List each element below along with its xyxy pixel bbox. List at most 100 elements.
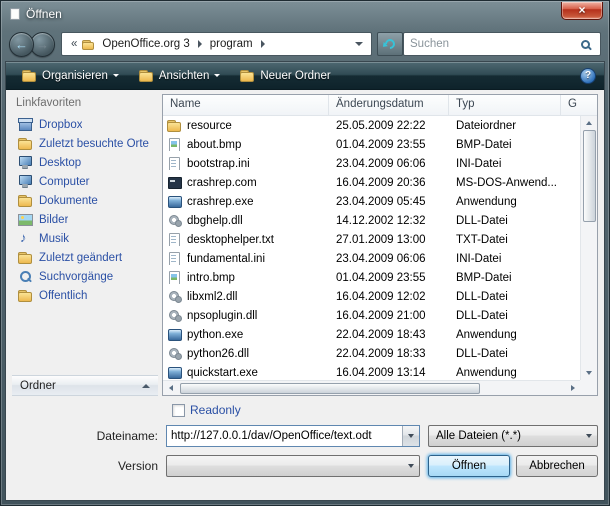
search-input[interactable]: [404, 33, 581, 55]
file-type: INI-Datei: [449, 158, 561, 170]
file-row[interactable]: crashrep.com16.04.2009 20:36MS-DOS-Anwen…: [163, 173, 580, 192]
dialog-body: Linkfavoriten DropboxZuletzt besuchte Or…: [6, 90, 604, 396]
dropbox-icon: [18, 118, 33, 131]
version-select[interactable]: [166, 455, 420, 477]
cancel-button[interactable]: Abbrechen: [516, 455, 598, 477]
sidebar-item-public[interactable]: Öffentlich: [12, 286, 158, 305]
new-folder-icon: [240, 69, 255, 82]
file-row[interactable]: python26.dll22.04.2009 18:33DLL-Datei: [163, 344, 580, 363]
filename-combobox[interactable]: [166, 425, 420, 447]
refresh-icon: [383, 37, 397, 51]
file-type: INI-Datei: [449, 253, 561, 265]
file-row[interactable]: bootstrap.ini23.04.2009 06:06INI-Datei: [163, 154, 580, 173]
file-row[interactable]: intro.bmp01.04.2009 23:55BMP-Datei: [163, 268, 580, 287]
file-name: resource: [187, 120, 232, 132]
version-row: Version Öffnen Abbrechen: [12, 455, 598, 477]
file-row[interactable]: desktophelper.txt27.01.2009 13:00TXT-Dat…: [163, 230, 580, 249]
folders-band[interactable]: Ordner: [12, 375, 158, 396]
column-headers: NameÄnderungsdatumTypG: [163, 95, 597, 116]
column-header-size[interactable]: G: [561, 95, 597, 115]
column-header-type[interactable]: Typ: [449, 95, 561, 115]
sidebar-item-documents[interactable]: Dokumente: [12, 191, 158, 210]
toolbar-buttons: Organisieren AnsichtenNeuer Ordner: [14, 66, 339, 85]
dialog-content: Organisieren AnsichtenNeuer Ordner ? Link…: [5, 61, 605, 501]
sidebar-item-label: Bilder: [39, 214, 68, 226]
readonly-checkbox[interactable]: [172, 404, 185, 417]
refresh-button[interactable]: [377, 32, 403, 56]
column-header-date[interactable]: Änderungsdatum: [329, 95, 449, 115]
sidebar-item-label: Desktop: [39, 157, 81, 169]
back-button[interactable]: ←: [9, 32, 34, 57]
file-row[interactable]: dbghelp.dll14.12.2002 12:32DLL-Datei: [163, 211, 580, 230]
sidebar-item-recent-places[interactable]: Zuletzt besuchte Orte: [12, 134, 158, 153]
file-row[interactable]: about.bmp01.04.2009 23:55BMP-Datei: [163, 135, 580, 154]
file-modified-date: 16.04.2009 13:14: [329, 367, 449, 379]
search-box[interactable]: [403, 32, 601, 56]
sidebar-item-label: Zuletzt geändert: [39, 252, 122, 264]
file-row[interactable]: python.exe22.04.2009 18:43Anwendung: [163, 325, 580, 344]
sidebar-item-desktop[interactable]: Desktop: [12, 153, 158, 172]
filename-input[interactable]: [167, 426, 402, 446]
chevron-down-icon: [214, 74, 220, 77]
sidebar-item-music[interactable]: Musik: [12, 229, 158, 248]
horizontal-scrollbar-thumb[interactable]: [180, 383, 480, 394]
file-row[interactable]: libxml2.dll16.04.2009 12:02DLL-Datei: [163, 287, 580, 306]
file-modified-date: 16.04.2009 20:36: [329, 177, 449, 189]
views-button[interactable]: Ansichten: [131, 66, 229, 85]
horizontal-scrollbar[interactable]: [163, 380, 580, 395]
scroll-right-button[interactable]: [565, 381, 580, 395]
filetype-select[interactable]: Alle Dateien (*.*): [428, 425, 598, 447]
scroll-down-button[interactable]: [581, 366, 597, 380]
sidebar-item-label: Suchvorgänge: [39, 271, 113, 283]
file-row[interactable]: resource25.05.2009 22:22Dateiordner: [163, 116, 580, 135]
file-name: intro.bmp: [187, 272, 235, 284]
sidebar-item-dropbox[interactable]: Dropbox: [12, 115, 158, 134]
documents-icon: [18, 194, 33, 207]
public-icon: [18, 289, 33, 302]
vertical-scrollbar[interactable]: [580, 116, 597, 380]
dll-icon: [167, 214, 182, 227]
file-row[interactable]: npsoplugin.dll16.04.2009 21:00DLL-Datei: [163, 306, 580, 325]
search-icon[interactable]: [581, 40, 590, 49]
dialog-title: Öffnen: [26, 7, 62, 21]
organize-button[interactable]: Organisieren: [14, 66, 127, 85]
sidebar-item-recent-changed[interactable]: Zuletzt geändert: [12, 248, 158, 267]
scroll-up-button[interactable]: [581, 116, 597, 130]
recent-places-icon: [18, 137, 33, 150]
filename-dropdown-button[interactable]: [402, 426, 419, 446]
file-row[interactable]: fundamental.ini23.04.2009 06:06INI-Datei: [163, 249, 580, 268]
breadcrumb-segment[interactable]: program: [205, 36, 258, 52]
close-button[interactable]: ×: [561, 2, 603, 20]
breadcrumb-separator-icon[interactable]: [198, 40, 202, 48]
exe-icon: [167, 366, 182, 379]
open-button[interactable]: Öffnen: [428, 455, 510, 477]
file-name: fundamental.ini: [187, 253, 265, 265]
file-name: about.bmp: [187, 139, 241, 151]
readonly-label[interactable]: Readonly: [190, 403, 241, 417]
scroll-left-button[interactable]: [163, 381, 178, 395]
file-list: NameÄnderungsdatumTypG resource25.05.200…: [162, 94, 598, 396]
sidebar-item-computer[interactable]: Computer: [12, 172, 158, 191]
address-bar[interactable]: « OpenOffice.org 3 program: [61, 32, 372, 56]
new-folder-button[interactable]: Neuer Ordner: [232, 66, 338, 85]
help-button[interactable]: ?: [580, 68, 596, 84]
address-dropdown-icon[interactable]: [355, 42, 363, 46]
breadcrumb-separator-icon[interactable]: [261, 40, 265, 48]
file-name: python.exe: [187, 329, 243, 341]
titlebar[interactable]: Öffnen ×: [1, 1, 609, 27]
file-row[interactable]: quickstart.exe16.04.2009 13:14Anwendung: [163, 363, 580, 380]
file-name-cell: crashrep.com: [163, 176, 329, 189]
filetype-dropdown-icon: [580, 426, 597, 446]
bmp-icon: [167, 271, 182, 284]
sidebar-item-pictures[interactable]: Bilder: [12, 210, 158, 229]
sidebar-item-searches[interactable]: Suchvorgänge: [12, 267, 158, 286]
com-icon: [167, 176, 182, 189]
vertical-scrollbar-thumb[interactable]: [583, 130, 596, 222]
breadcrumb-segment[interactable]: OpenOffice.org 3: [97, 36, 194, 52]
favorites-list: DropboxZuletzt besuchte Orte Desktop Compu…: [12, 115, 158, 305]
column-header-name[interactable]: Name: [163, 95, 329, 115]
toolbar-button-label: Organisieren: [42, 70, 108, 82]
file-row[interactable]: crashrep.exe23.04.2009 05:45Anwendung: [163, 192, 580, 211]
file-name-cell: dbghelp.dll: [163, 214, 329, 227]
breadcrumb-overflow-button[interactable]: «: [66, 38, 82, 50]
